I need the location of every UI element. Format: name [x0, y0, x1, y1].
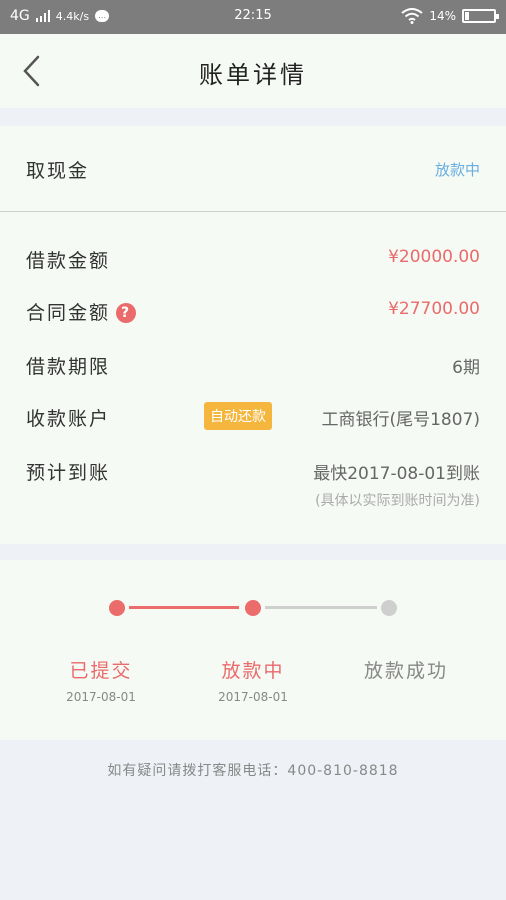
question-circle-icon[interactable]: ?	[116, 303, 137, 323]
progress-card: 已提交 放款中 放款成功 2017-08-01 2017-08-01	[0, 560, 506, 740]
loan-amount-value: ¥20000.00	[388, 247, 480, 267]
step-label-disbursing: 放款中	[221, 660, 285, 682]
contract-amount-label-group: 合同金额?	[26, 298, 137, 325]
contract-amount-row: 合同金额? ¥27700.00	[0, 290, 506, 330]
expected-arrival-label: 预计到账	[26, 462, 111, 484]
battery-percent: 14%	[429, 9, 456, 23]
progress-dot-disbursing	[245, 600, 261, 616]
divider	[0, 211, 506, 212]
receiving-account-value: 工商银行(尾号1807)	[321, 410, 480, 430]
arrival-note: (具体以实际到账时间为准)	[315, 493, 480, 509]
loan-detail-card: 取现金 放款中 借款金额 ¥20000.00 合同金额? ¥27700.00 借…	[0, 126, 506, 544]
loan-status: 放款中	[434, 161, 480, 179]
expected-arrival-row: 预计到账 最快2017-08-01到账	[0, 450, 506, 490]
loan-amount-row: 借款金额 ¥20000.00	[0, 238, 506, 278]
progress-dot-success	[381, 600, 397, 616]
progress-dot-submitted	[109, 600, 125, 616]
step-date-submitted: 2017-08-01	[66, 690, 136, 704]
loan-term-label: 借款期限	[26, 356, 111, 378]
loan-type-row: 取现金 放款中	[0, 148, 506, 188]
receiving-account-label: 收款账户	[26, 408, 111, 430]
battery-icon	[462, 9, 499, 23]
contract-amount-label: 合同金额	[26, 302, 111, 324]
loan-term-row: 借款期限 6期	[0, 344, 506, 384]
wifi-icon	[401, 8, 423, 24]
progress-line-pending	[265, 606, 377, 609]
auto-repay-badge: 自动还款	[204, 402, 272, 430]
loan-amount-label: 借款金额	[26, 250, 111, 272]
battery-level	[465, 12, 469, 20]
receiving-account-row: 收款账户 自动还款 工商银行(尾号1807)	[0, 396, 506, 436]
step-label-submitted: 已提交	[69, 660, 133, 682]
contract-amount-value: ¥27700.00	[388, 299, 480, 319]
step-label-success: 放款成功	[363, 660, 448, 682]
progress-line-done	[129, 606, 239, 609]
status-bar-right: 14%	[401, 8, 499, 24]
page-title: 账单详情	[199, 61, 307, 89]
status-bar: 4G 4.4k/s … 22:15 14%	[0, 0, 506, 34]
step-date-disbursing: 2017-08-01	[218, 690, 288, 704]
expected-arrival-value: 最快2017-08-01到账	[313, 464, 480, 484]
loan-type-label: 取现金	[26, 160, 90, 182]
customer-service-tip: 如有疑问请拨打客服电话：400-810-8818	[107, 763, 399, 779]
loan-term-value: 6期	[452, 358, 480, 378]
navigation-bar: 账单详情	[0, 34, 506, 108]
